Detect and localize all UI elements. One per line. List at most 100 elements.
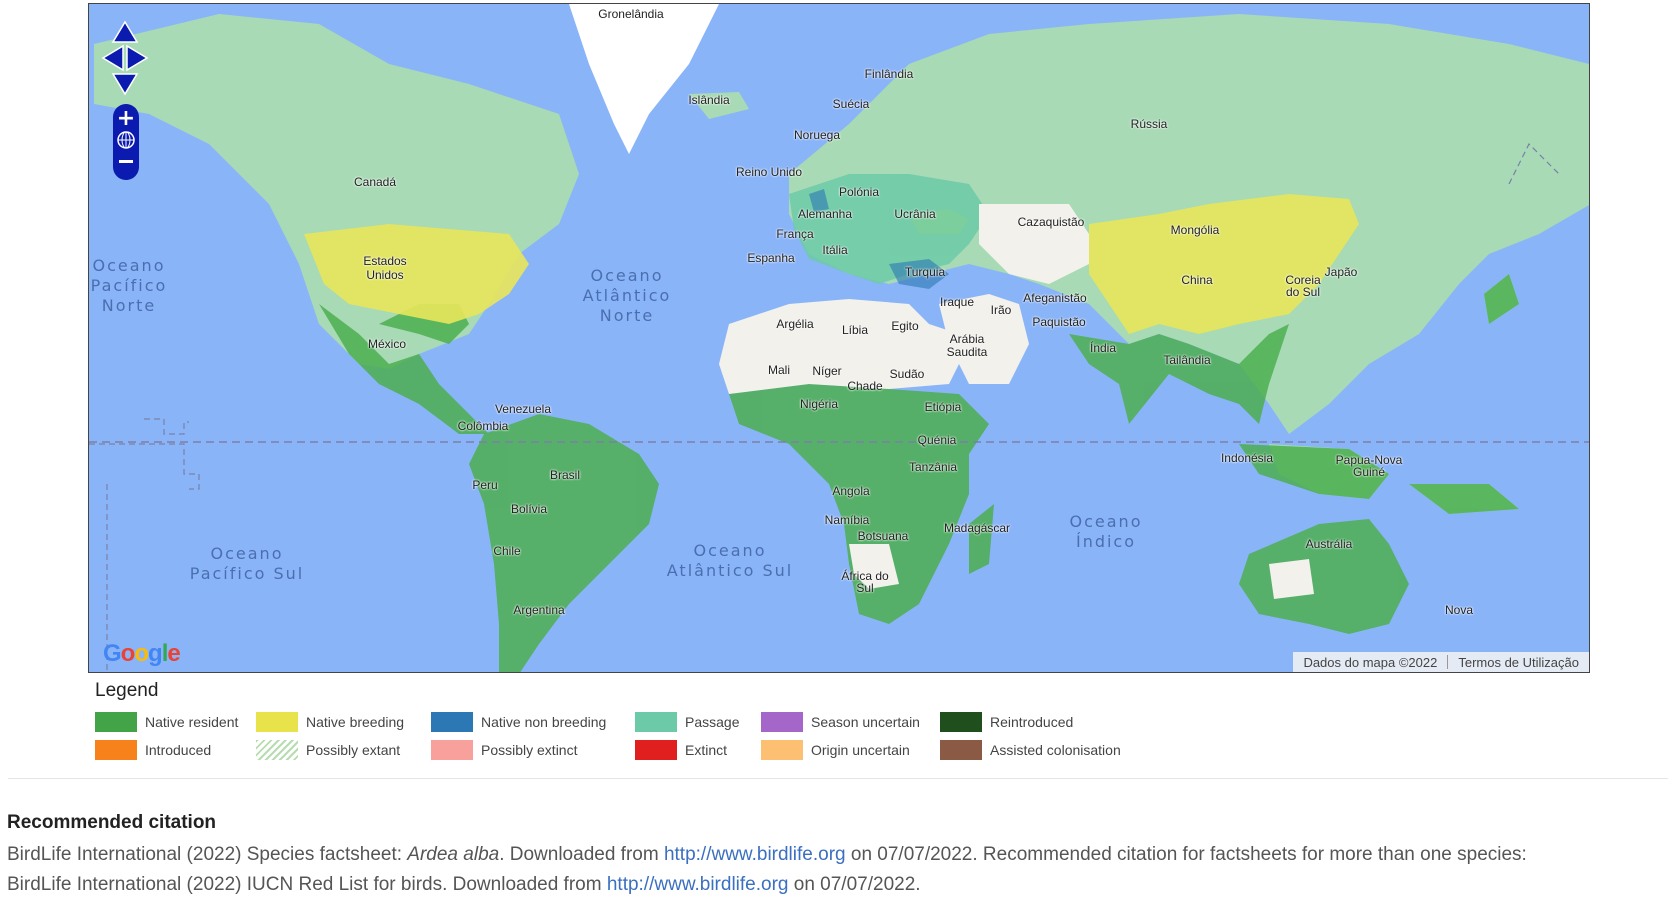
divider [8,778,1668,779]
legend-label: Extinct [685,742,728,758]
country-label: África do Sul [841,569,889,595]
country-label: Níger [812,364,842,378]
country-label: Rússia [1130,117,1168,131]
citation-section: Recommended citation BirdLife Internatio… [7,812,1673,900]
swatch [431,740,473,760]
citation-text: on 07/07/2022. Recommended citation for … [845,844,1527,865]
legend-item: Possibly extant [256,740,400,760]
legend-item: Native breeding [256,712,404,732]
legend-label: Introduced [145,742,212,758]
legend-label: Season uncertain [811,714,920,730]
legend-label: Origin uncertain [811,742,910,758]
country-label: Cazaquistão [1017,215,1085,229]
swatch [761,712,803,732]
birdlife-link[interactable]: http://www.birdlife.org [607,874,789,895]
legend-label: Reintroduced [990,714,1074,730]
legend-label: Native resident [145,714,239,730]
legend-title: Legend [95,680,159,701]
country-label: Irão [990,303,1012,317]
legend-item: Native resident [95,712,238,732]
country-label: Suécia [832,97,870,111]
legend-item: Introduced [95,740,211,760]
swatch [940,712,982,732]
zoom-out-icon[interactable] [119,160,133,163]
birdlife-link[interactable]: http://www.birdlife.org [664,844,846,865]
country-label: Gronelândia [598,7,664,21]
google-logo[interactable]: Google [103,640,181,668]
country-label: Sudão [889,367,925,381]
country-label: Nigéria [799,397,839,411]
country-label: Canadá [353,175,397,189]
country-label: Itália [822,243,848,257]
country-label: Coreia do Sul [1285,273,1321,299]
country-label: Austrália [1305,537,1353,551]
map-data-credit[interactable]: Dados do mapa ©2022 [1293,655,1447,670]
country-label: França [776,227,814,241]
legend-item: Assisted colonisation [940,740,1121,760]
zoom-world-icon[interactable] [117,131,135,149]
zoom-in-icon[interactable]: + [117,106,135,131]
swatch [940,740,982,760]
country-label: Reino Unido [735,165,803,179]
swatch [256,740,298,760]
country-label: Iraque [939,295,975,309]
swatch [761,740,803,760]
legend-item: Passage [635,712,739,732]
terms-link[interactable]: Termos de Utilização [1448,655,1589,670]
legend-label: Passage [685,714,740,730]
country-label: Angola [832,484,870,498]
citation-text: BirdLife International (2022) IUCN Red L… [7,874,607,895]
legend-item: Extinct [635,740,727,760]
country-label: Madagáscar [943,521,1011,535]
country-label: Paquistão [1032,315,1086,329]
legend-label: Assisted colonisation [990,742,1121,758]
legend-label: Native breeding [306,714,405,730]
country-label: Quénia [917,433,957,447]
swatch [256,712,298,732]
swatch [635,740,677,760]
country-label: Papua-Nova Guiné [1335,453,1403,479]
swatch [431,712,473,732]
country-label: Brasil [549,468,581,482]
country-label: Afeganistão [1023,291,1087,305]
pan-right-icon[interactable] [126,44,149,72]
ocean-label: Oceano Atlântico Sul [666,541,794,580]
country-label: Mongólia [1170,223,1220,237]
citation-text: . Downloaded from [499,844,664,865]
country-label: Estados Unidos [363,254,407,282]
pan-left-icon[interactable] [101,44,124,72]
country-label: Tanzânia [908,460,958,474]
country-label: Nova [1444,603,1474,617]
country-label: Namíbia [824,513,870,527]
country-label: Chile [493,544,521,558]
map-nav-control: + [101,20,157,190]
country-label: China [1181,273,1213,287]
legend-item: Possibly extinct [431,740,577,760]
country-label: Indonésia [1220,451,1274,465]
ocean-label: Oceano Pacífico Sul [189,544,305,583]
citation-text: BirdLife International (2022) Species fa… [7,844,408,865]
country-label: Argélia [776,317,814,331]
country-label: México [367,337,407,351]
country-label: Argentina [513,603,565,617]
legend: Legend Native resident Native breeding N… [95,680,1121,760]
country-label: Espanha [747,251,795,265]
legend-item: Native non breeding [431,712,606,732]
legend-label: Possibly extant [306,742,401,758]
pan-down-icon[interactable] [111,73,139,96]
legend-item: Season uncertain [761,712,920,732]
country-label: Noruega [793,128,841,142]
country-label: Polónia [838,185,880,199]
swatch [95,712,137,732]
swatch [95,740,137,760]
country-label: Finlândia [864,67,914,81]
pan-up-icon[interactable] [111,20,139,43]
country-label: Líbia [841,323,869,337]
citation-title: Recommended citation [7,812,217,833]
country-label: Botsuana [857,529,909,543]
legend-label: Possibly extinct [481,742,578,758]
citation-text: on 07/07/2022. [788,874,921,895]
country-label: Ucrânia [894,207,936,221]
distribution-map[interactable]: Gronelândia Islândia Finlândia Suécia No… [88,3,1590,673]
legend-item: Reintroduced [940,712,1073,732]
